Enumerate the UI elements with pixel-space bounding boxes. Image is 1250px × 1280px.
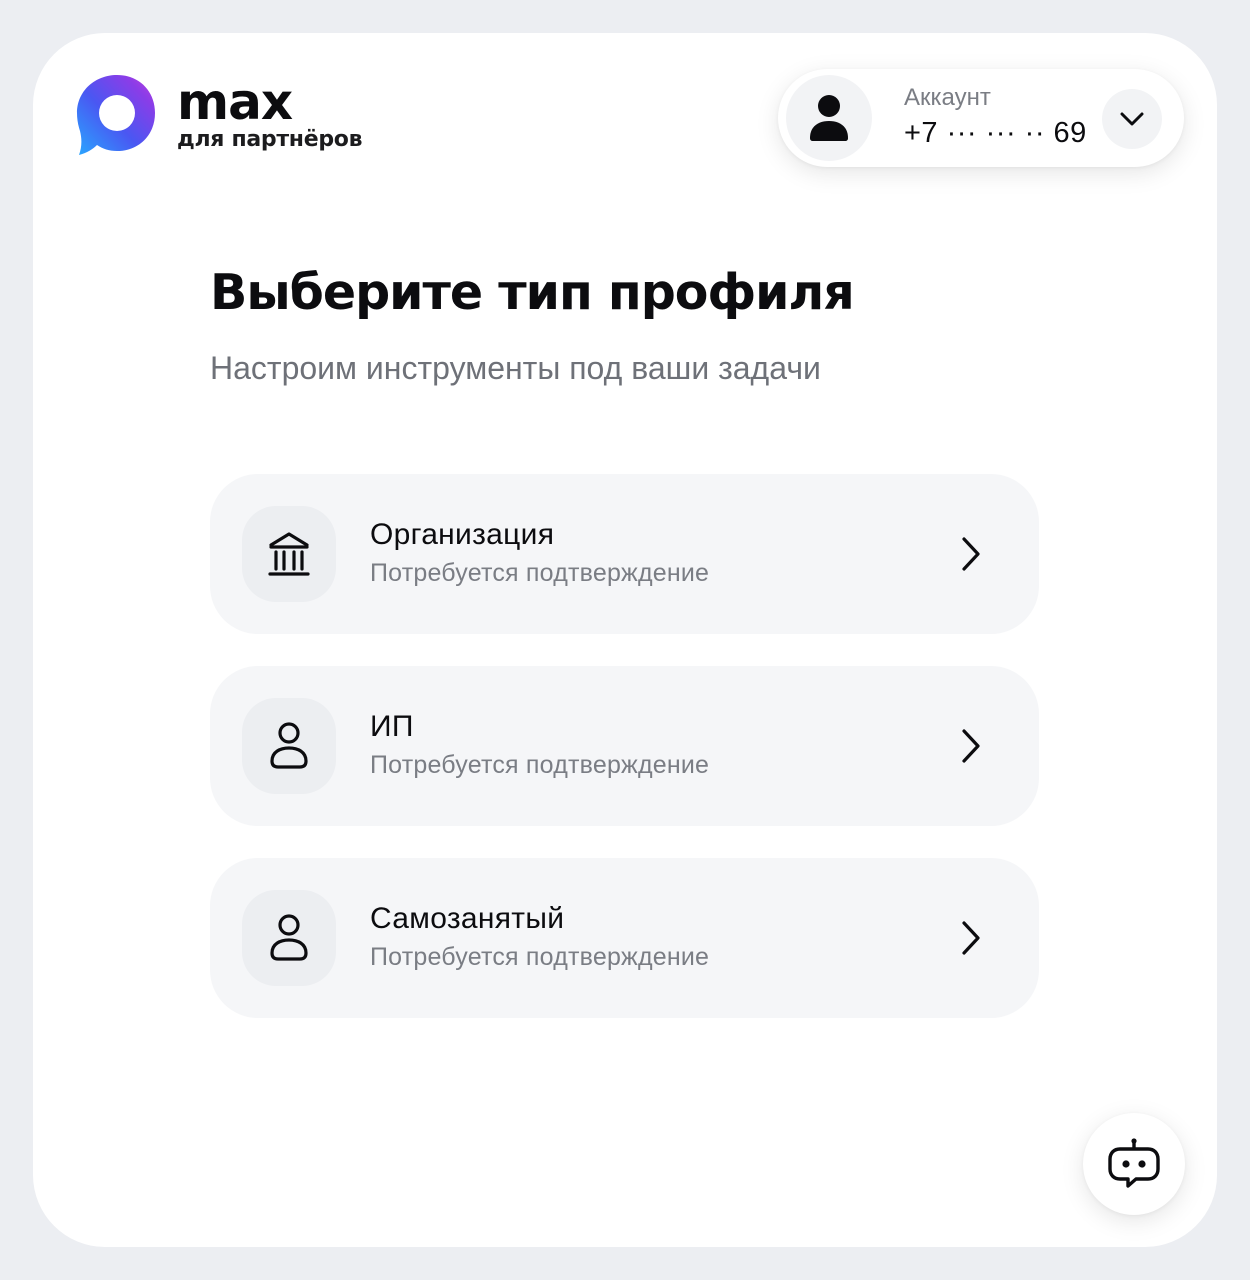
option-description: Потребуется подтверждение: [370, 559, 710, 587]
option-title: Самозанятый: [370, 902, 565, 935]
option-description: Потребуется подтверждение: [370, 943, 710, 971]
brand-subtitle: для партнёров: [177, 127, 363, 152]
account-menu-toggle[interactable]: [1102, 89, 1162, 149]
option-description: Потребуется подтверждение: [370, 751, 710, 779]
account-avatar: [786, 75, 872, 161]
brand-name: max: [177, 73, 293, 131]
option-icon-container: [242, 890, 336, 986]
option-title: Организация: [370, 518, 555, 551]
profile-option-organization[interactable]: Организация Потребуется подтверждение: [210, 474, 1039, 634]
profile-option-individual-entrepreneur[interactable]: ИП Потребуется подтверждение: [210, 666, 1039, 826]
account-phone: +7 ··· ··· ·· 69: [904, 117, 1087, 149]
bank-building-icon: [268, 532, 310, 576]
chatbot-icon: [1108, 1138, 1160, 1188]
assistant-chat-button[interactable]: [1083, 1113, 1185, 1215]
profile-option-self-employed[interactable]: Самозанятый Потребуется подтверждение: [210, 858, 1039, 1018]
person-icon: [270, 722, 308, 769]
account-widget[interactable]: Аккаунт +7 ··· ··· ·· 69: [778, 69, 1184, 167]
chevron-right-icon: [962, 537, 980, 571]
chevron-right-icon: [962, 921, 980, 955]
brand-logo[interactable]: max для партнёров: [75, 73, 363, 157]
chevron-right-icon: [962, 729, 980, 763]
main-card: max для партнёров Аккаунт +7 ··· ··· ·· …: [33, 33, 1217, 1247]
option-icon-container: [242, 698, 336, 794]
max-logo-icon: [77, 75, 155, 155]
user-avatar-icon: [810, 95, 848, 141]
option-icon-container: [242, 506, 336, 602]
option-title: ИП: [370, 710, 414, 743]
chevron-down-icon: [1120, 112, 1144, 126]
person-icon: [270, 914, 308, 961]
account-label: Аккаунт: [904, 84, 991, 111]
page-subtitle: Настроим инструменты под ваши задачи: [210, 350, 821, 386]
page-title: Выберите тип профиля: [210, 264, 855, 321]
